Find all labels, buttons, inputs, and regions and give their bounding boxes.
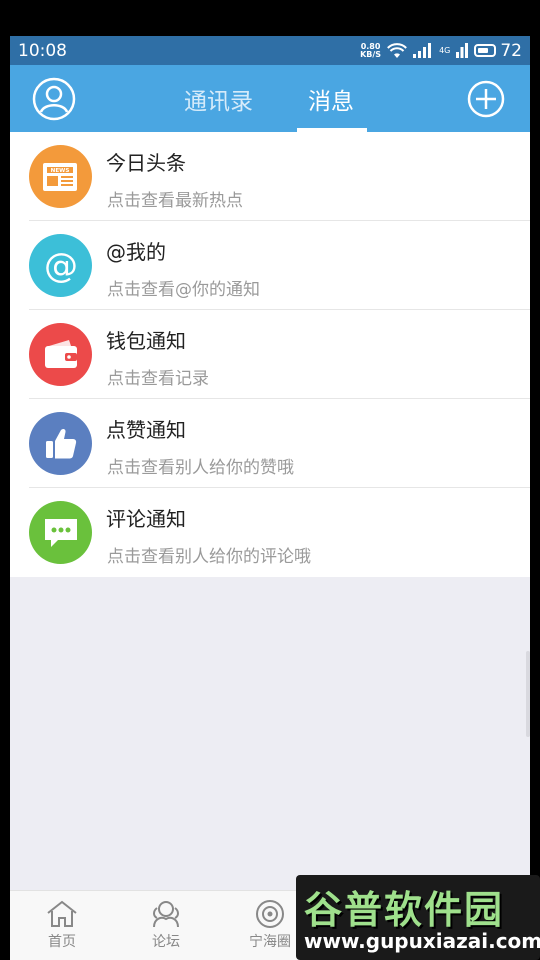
- app-frame: 10:08 0.80 KB/S 4G 72 通讯录 消息 NEWS 今日头条 点…: [10, 36, 530, 960]
- add-button[interactable]: [466, 79, 506, 119]
- top-bar: 通讯录 消息: [10, 65, 530, 132]
- status-icons: 0.80 KB/S 4G 72: [360, 41, 522, 61]
- list-item[interactable]: @ @我的 点击查看@你的通知: [10, 221, 530, 310]
- list-item[interactable]: 钱包通知 点击查看记录: [10, 310, 530, 399]
- nav-forum[interactable]: 论坛: [121, 891, 211, 960]
- home-icon: [47, 900, 77, 927]
- item-subtitle: 点击查看最新热点: [107, 191, 243, 211]
- circle-icon: [256, 900, 284, 928]
- nav-home-label: 首页: [48, 934, 76, 950]
- svg-text:@: @: [44, 246, 78, 286]
- watermark: 谷普软件园 www.gupuxiazai.com: [296, 875, 540, 960]
- profile-button[interactable]: [32, 77, 76, 121]
- wifi-icon: [387, 42, 407, 58]
- item-title: 点赞通知: [106, 418, 186, 442]
- status-time: 10:08: [18, 40, 67, 61]
- battery-icon: [474, 44, 497, 57]
- plus-icon: [467, 80, 505, 118]
- user-icon: [32, 77, 76, 121]
- item-subtitle: 点击查看别人给你的赞哦: [107, 458, 294, 478]
- item-title: 钱包通知: [106, 329, 186, 353]
- list-item[interactable]: 点赞通知 点击查看别人给你的赞哦: [10, 399, 530, 488]
- list-item[interactable]: NEWS 今日头条 点击查看最新热点: [10, 132, 530, 221]
- scrollbar[interactable]: [526, 651, 530, 737]
- item-subtitle: 点击查看@你的通知: [107, 280, 260, 300]
- nav-circle-label: 宁海圈: [249, 934, 291, 950]
- item-title: @我的: [106, 240, 166, 264]
- nav-home[interactable]: 首页: [17, 891, 107, 960]
- net-speed-unit: KB/S: [360, 49, 382, 59]
- signal-icon: [413, 43, 432, 58]
- nav-forum-label: 论坛: [152, 934, 180, 950]
- watermark-url: www.gupuxiazai.com: [304, 929, 540, 953]
- net-speed: 0.80 KB/S: [360, 42, 382, 59]
- forum-icon: [153, 901, 179, 928]
- thumbs-up-icon: [29, 412, 92, 475]
- tab-messages[interactable]: 消息: [308, 65, 354, 132]
- at-icon: @: [29, 234, 92, 297]
- tab-contacts[interactable]: 通讯录: [184, 65, 253, 132]
- message-list: NEWS 今日头条 点击查看最新热点 @ @我的 点击查看@你的通知 钱包通知 …: [10, 132, 530, 577]
- signal-icon-2: [456, 43, 469, 58]
- wallet-icon: [29, 323, 92, 386]
- list-item[interactable]: 评论通知 点击查看别人给你的评论哦: [10, 488, 530, 577]
- item-title: 今日头条: [106, 151, 186, 175]
- comment-icon: [29, 501, 92, 564]
- battery-level: 72: [500, 40, 522, 61]
- news-icon: NEWS: [29, 145, 92, 208]
- status-bar: 10:08 0.80 KB/S 4G 72: [10, 36, 530, 65]
- item-title: 评论通知: [106, 507, 186, 531]
- battery-indicator: 72: [474, 41, 522, 61]
- news-badge: NEWS: [50, 168, 69, 174]
- watermark-title: 谷普软件园: [304, 888, 505, 932]
- net-type: 4G: [439, 46, 451, 55]
- item-subtitle: 点击查看记录: [107, 369, 209, 389]
- item-subtitle: 点击查看别人给你的评论哦: [107, 547, 311, 567]
